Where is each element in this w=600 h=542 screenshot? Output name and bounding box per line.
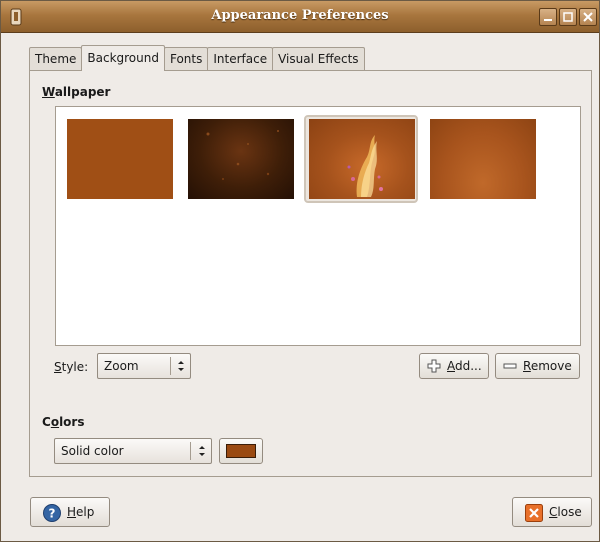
title-bar[interactable]: Appearance Preferences xyxy=(1,1,599,33)
help-button[interactable]: ? Help xyxy=(30,497,110,527)
wallpaper-item[interactable] xyxy=(183,115,297,203)
combo-divider xyxy=(190,442,191,460)
combo-arrows-icon xyxy=(199,446,205,456)
svg-text:?: ? xyxy=(49,507,56,521)
style-combo[interactable]: Zoom xyxy=(97,353,191,379)
wallpaper-item-selected[interactable] xyxy=(304,115,418,203)
window-title: Appearance Preferences xyxy=(211,8,389,23)
maximize-button[interactable] xyxy=(559,8,577,26)
add-wallpaper-button[interactable]: Add... xyxy=(419,353,489,379)
style-label: Style: xyxy=(54,360,89,374)
flame-pattern xyxy=(347,135,383,197)
color-mode-value: Solid color xyxy=(61,444,124,458)
help-button-label: Help xyxy=(67,505,95,519)
close-button-label: Close xyxy=(549,505,582,519)
tab-fonts[interactable]: Fonts xyxy=(163,47,209,71)
color-swatch xyxy=(226,444,256,458)
tab-interface[interactable]: Interface xyxy=(207,47,274,71)
remove-wallpaper-button[interactable]: Remove xyxy=(495,353,580,379)
colors-heading: Colors xyxy=(42,415,85,429)
wallpaper-item[interactable] xyxy=(62,115,176,203)
add-button-label: Add... xyxy=(447,359,482,373)
tab-theme[interactable]: Theme xyxy=(29,47,83,71)
remove-icon xyxy=(503,363,517,369)
texture-pattern xyxy=(206,130,279,180)
help-icon: ? xyxy=(43,504,61,522)
color-mode-combo[interactable]: Solid color xyxy=(54,438,212,464)
wallpaper-heading: Wallpaper xyxy=(42,85,111,99)
minimize-button[interactable] xyxy=(539,8,557,26)
wallpaper-thumbnail xyxy=(430,119,536,199)
combo-divider xyxy=(170,357,171,375)
close-button[interactable]: Close xyxy=(512,497,592,527)
tab-visual-effects[interactable]: Visual Effects xyxy=(272,47,365,71)
tab-bar: Theme Background Fonts Interface Visual … xyxy=(29,45,365,71)
tab-background[interactable]: Background xyxy=(81,45,165,71)
combo-arrows-icon xyxy=(178,361,184,371)
wallpaper-list[interactable] xyxy=(55,106,581,346)
wallpaper-thumbnail xyxy=(309,119,415,199)
close-icon xyxy=(583,12,593,22)
minimize-icon xyxy=(544,19,552,21)
remove-button-label: Remove xyxy=(523,359,572,373)
wallpaper-item[interactable] xyxy=(425,115,539,203)
add-icon xyxy=(427,359,441,373)
close-dialog-icon xyxy=(525,504,543,522)
primary-color-button[interactable] xyxy=(219,438,263,464)
wallpaper-thumbnail xyxy=(188,119,294,199)
maximize-icon xyxy=(563,12,573,22)
wallpaper-thumbnail xyxy=(67,119,173,199)
appearance-preferences-window: Appearance Preferences Theme Background … xyxy=(0,0,600,542)
style-value: Zoom xyxy=(104,359,139,373)
close-window-button[interactable] xyxy=(579,8,597,26)
